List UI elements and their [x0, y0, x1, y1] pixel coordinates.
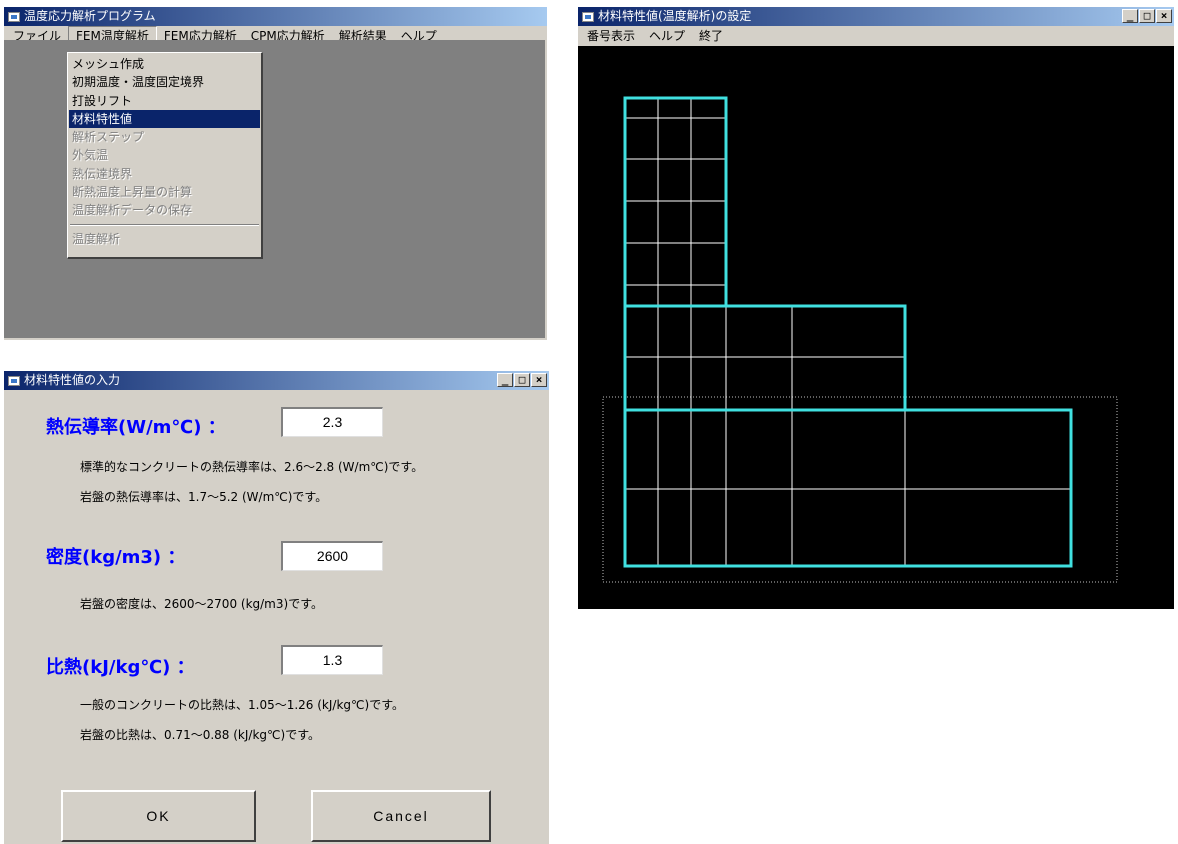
conductivity-label: 熱伝導率(W/m℃) ：: [46, 417, 226, 438]
main-window-title: 温度応力解析プログラム: [24, 9, 156, 23]
conductivity-note-2: 岩盤の熱伝導率は、1.7～5.2 (W/m℃)です。: [80, 490, 328, 504]
mesh-window-title: 材料特性値(温度解析)の設定: [598, 9, 752, 23]
close-button[interactable]: ×: [531, 373, 547, 387]
app-icon: [8, 375, 20, 386]
menu-item-steps: 解析ステップ: [72, 130, 145, 145]
material-region-top[interactable]: [623, 96, 728, 308]
menu-item-air-temp: 外気温: [72, 148, 109, 163]
mesh-titlebar[interactable]: 材料特性値(温度解析)の設定 _ □ ×: [578, 7, 1174, 26]
menu-item-run-analysis: 温度解析: [72, 231, 121, 246]
minimize-button[interactable]: _: [1122, 9, 1138, 23]
maximize-button[interactable]: □: [514, 373, 530, 387]
maximize-button[interactable]: □: [1139, 9, 1155, 23]
density-input[interactable]: 2600: [281, 541, 383, 571]
conductivity-note-1: 標準的なコンクリートの熱伝導率は、2.6～2.8 (W/m℃)です。: [80, 460, 424, 474]
input-titlebar[interactable]: 材料特性値の入力 _ □ ×: [4, 371, 549, 390]
fem-thermal-dropdown: メッシュ作成 初期温度・温度固定境界 打設リフト 材料特性値 解析ステップ 外気…: [67, 52, 263, 259]
density-note-1: 岩盤の密度は、2600～2700 (kg/m3)です。: [80, 597, 323, 611]
menu-separator: [70, 223, 259, 226]
mesh-canvas[interactable]: [578, 46, 1174, 609]
material-region-middle[interactable]: [623, 304, 907, 412]
menu-item-save: 温度解析データの保存: [72, 203, 193, 218]
material-input-window: 材料特性値の入力 _ □ × 熱伝導率(W/m℃) ： 2.3 標準的なコンクリ…: [4, 371, 549, 844]
menu-help[interactable]: ヘルプ: [642, 27, 692, 45]
ok-button[interactable]: OK: [61, 790, 256, 842]
close-button[interactable]: ×: [1156, 9, 1172, 23]
mesh-grid: [625, 98, 1071, 566]
menu-item-lift[interactable]: 打設リフト: [69, 92, 260, 110]
menu-item-heat-transfer: 熱伝達境界: [72, 166, 133, 181]
menu-exit[interactable]: 終了: [692, 27, 730, 45]
menu-item-initial-temp[interactable]: 初期温度・温度固定境界: [69, 73, 260, 91]
specific-heat-note-1: 一般のコンクリートの比熱は、1.05～1.26 (kJ/kg℃)です。: [80, 698, 404, 712]
main-titlebar[interactable]: 温度応力解析プログラム: [4, 7, 547, 26]
input-window-title: 材料特性値の入力: [24, 373, 121, 387]
menu-show-numbers[interactable]: 番号表示: [580, 27, 642, 45]
app-icon: [8, 11, 20, 22]
material-region-bottom[interactable]: [623, 408, 1073, 568]
menu-item-material[interactable]: 材料特性値: [69, 109, 260, 129]
conductivity-input[interactable]: 2.3: [281, 407, 383, 437]
mesh-menubar: 番号表示 ヘルプ 終了: [578, 26, 1174, 46]
specific-heat-input[interactable]: 1.3: [281, 645, 383, 675]
cancel-button[interactable]: Cancel: [311, 790, 491, 842]
density-label: 密度(kg/m3) ：: [46, 547, 186, 568]
material-outlines: [623, 96, 1073, 568]
menu-item-adiabatic: 断熱温度上昇量の計算: [72, 185, 193, 200]
mesh-window: 材料特性値(温度解析)の設定 _ □ × 番号表示 ヘルプ 終了: [578, 7, 1174, 609]
menu-item-mesh[interactable]: メッシュ作成: [69, 55, 260, 73]
minimize-button[interactable]: _: [497, 373, 513, 387]
specific-heat-label: 比熱(kJ/kg℃) ：: [46, 657, 195, 678]
app-icon: [582, 11, 594, 22]
specific-heat-note-2: 岩盤の比熱は、0.71～0.88 (kJ/kg℃)です。: [80, 728, 320, 742]
